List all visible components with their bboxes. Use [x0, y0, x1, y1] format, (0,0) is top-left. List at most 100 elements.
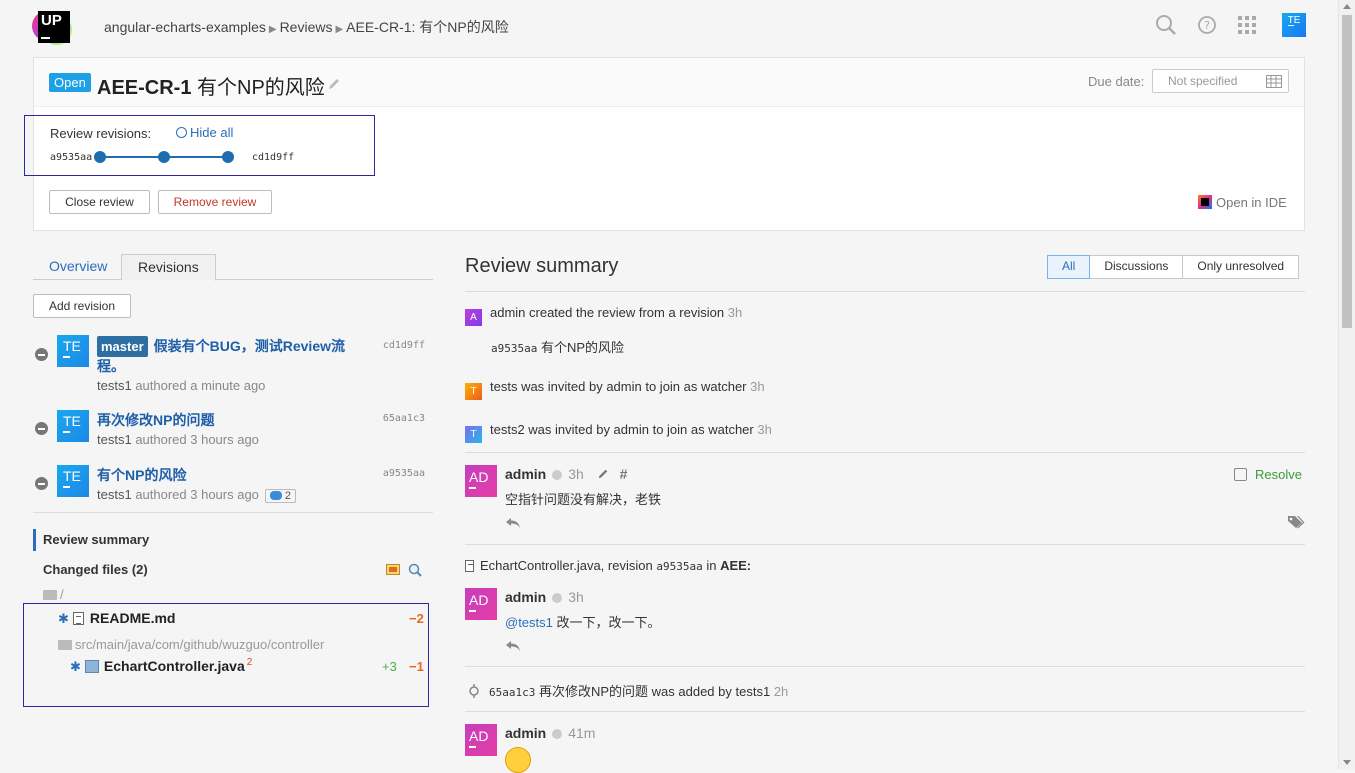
user-mention[interactable]: @tests1 — [505, 615, 553, 630]
comment-time: 41m — [568, 725, 596, 741]
modified-star-icon: ✱ — [70, 659, 81, 674]
user-avatar-initials: TE — [1287, 15, 1301, 26]
timeline-event: 65aa1c3 再次修改NP的问题 was added by tests1 2h — [465, 681, 788, 700]
breadcrumb-current: AEE-CR-1: 有个NP的风险 — [346, 19, 509, 35]
author-avatar: TE — [57, 335, 89, 367]
resolve-button[interactable]: Resolve — [1234, 467, 1302, 482]
due-date-label: Due date: — [1088, 74, 1145, 89]
filter-discussions[interactable]: Discussions — [1089, 255, 1184, 279]
presence-dot-icon — [552, 470, 563, 480]
emoji-icon — [505, 747, 531, 773]
comment-header: admin 3h — [505, 589, 584, 605]
search-files-icon[interactable] — [408, 563, 422, 577]
nav-changed-files[interactable]: Changed files (2) — [43, 562, 148, 577]
top-navigation-bar: UP angular-echarts-examples ▶ Reviews ▶ AEE-… — [0, 0, 1338, 50]
scroll-down-arrow-icon[interactable] — [1343, 760, 1351, 765]
revision-hash[interactable]: a9535aa — [656, 560, 702, 573]
svg-text:?: ? — [1204, 19, 1210, 32]
review-title: AEE-CR-1 有个NP的风险 — [97, 71, 325, 100]
comment-header: admin 41m — [505, 725, 595, 741]
permalink-hash-icon[interactable]: # — [620, 466, 628, 482]
lines-removed: −2 — [409, 611, 424, 626]
revision-title[interactable]: master 假装有个BUG，测试Review流 程。 — [97, 336, 359, 376]
remove-revision-icon[interactable] — [35, 348, 48, 361]
scroll-up-arrow-icon[interactable] — [1343, 4, 1351, 9]
revision-authored-time: authored a minute ago — [135, 378, 266, 393]
comment-author[interactable]: admin — [505, 589, 546, 605]
nav-review-summary[interactable]: Review summary — [33, 529, 149, 551]
commit-icon — [469, 684, 479, 698]
breadcrumb-reviews[interactable]: Reviews — [280, 19, 333, 35]
filter-only-unresolved[interactable]: Only unresolved — [1182, 255, 1300, 279]
file-icon — [465, 560, 474, 572]
user-avatar[interactable]: TE — [1282, 13, 1306, 37]
page-scrollbar[interactable] — [1338, 0, 1355, 769]
review-header-card: Open AEE-CR-1 有个NP的风险 Due date: Not spec… — [24, 57, 1305, 231]
remove-revision-icon[interactable] — [35, 422, 48, 435]
breadcrumb-project[interactable]: angular-echarts-examples — [104, 19, 266, 35]
tab-overview[interactable]: Overview — [33, 254, 123, 280]
revision-slider-handle[interactable] — [222, 151, 234, 163]
comment-text: @tests1 改一下，改一下。 — [505, 615, 661, 630]
author-avatar: TE — [57, 410, 89, 442]
comments-count-badge[interactable]: 2 — [264, 489, 297, 503]
apps-grid-icon[interactable] — [1236, 14, 1258, 36]
pencil-icon[interactable] — [327, 77, 341, 91]
presence-dot-icon — [552, 729, 563, 739]
search-icon[interactable] — [1155, 14, 1177, 36]
revision-reference: a9535aa 有个NP的风险 — [491, 340, 625, 355]
comment-bubble-icon — [269, 491, 282, 500]
root-directory: / — [43, 587, 64, 602]
revision-author: tests1 — [97, 432, 132, 447]
file-row[interactable]: ✱ README.md — [58, 610, 175, 627]
file-row[interactable]: ✱ EchartController.java 2 — [70, 657, 252, 675]
open-in-ide-label: Open in IDE — [1216, 195, 1287, 210]
add-revision-button[interactable]: Add revision — [33, 294, 131, 318]
pencil-icon[interactable] — [596, 468, 610, 480]
revision-slider-handle[interactable] — [158, 151, 170, 163]
revision-slider-handle[interactable] — [94, 151, 106, 163]
due-date-field[interactable]: Not specified — [1152, 69, 1289, 93]
status-badge: Open — [49, 73, 91, 92]
revision-hash[interactable]: a9535aa — [491, 342, 537, 355]
file-name[interactable]: EchartController.java — [104, 658, 245, 674]
comment-author-avatar: AD — [465, 724, 497, 756]
filter-all[interactable]: All — [1047, 255, 1091, 279]
timeline-event: Aadmin created the review from a revisio… — [465, 305, 742, 326]
file-name[interactable]: README.md — [90, 610, 176, 626]
revision-authored-time: authored 3 hours ago — [135, 487, 259, 502]
calendar-icon — [1266, 75, 1282, 88]
comment-author[interactable]: admin — [505, 725, 546, 741]
intellij-icon — [1198, 195, 1212, 209]
revision-author: tests1 — [97, 378, 132, 393]
comment-author[interactable]: admin — [505, 466, 546, 482]
revision-item[interactable]: TE 再次修改NP的问题 tests1 authored 3 hours ago… — [33, 409, 433, 453]
revision-item[interactable]: TE master 假装有个BUG，测试Review流 程。 tests1 auth… — [33, 335, 433, 395]
open-in-ide-link[interactable]: Open in IDE — [1198, 195, 1287, 210]
revision-hash[interactable]: 65aa1c3 — [489, 686, 535, 699]
reply-icon[interactable] — [505, 640, 521, 652]
user-avatar: T — [465, 383, 482, 400]
folder-view-icon[interactable] — [386, 563, 400, 575]
revision-title[interactable]: 再次修改NP的问题 — [97, 410, 214, 430]
revision-hash[interactable]: a9535aa — [383, 468, 425, 479]
revision-item[interactable]: TE 有个NP的风险 tests1 authored 3 hours ago 2 … — [33, 464, 433, 508]
remove-review-button[interactable]: Remove review — [158, 190, 272, 214]
reply-icon[interactable] — [505, 517, 521, 529]
remove-revision-icon[interactable] — [35, 477, 48, 490]
hide-all-toggle[interactable]: Hide all — [176, 125, 233, 140]
resolve-checkbox-icon — [1234, 468, 1247, 481]
tags-icon[interactable] — [1287, 515, 1305, 529]
upsource-logo[interactable]: UP — [32, 7, 74, 47]
revision-hash[interactable]: cd1d9ff — [383, 340, 425, 351]
logo-square: UP — [38, 11, 70, 43]
close-review-button[interactable]: Close review — [49, 190, 150, 214]
revision-title[interactable]: 有个NP的风险 — [97, 465, 186, 485]
revision-hash[interactable]: 65aa1c3 — [383, 413, 425, 424]
comment-author-avatar: AD — [465, 588, 497, 620]
tab-revisions[interactable]: Revisions — [121, 254, 216, 281]
divider — [465, 666, 1305, 667]
scrollbar-thumb[interactable] — [1342, 15, 1352, 328]
folder-icon — [43, 590, 57, 600]
help-icon[interactable]: ? — [1196, 14, 1218, 36]
